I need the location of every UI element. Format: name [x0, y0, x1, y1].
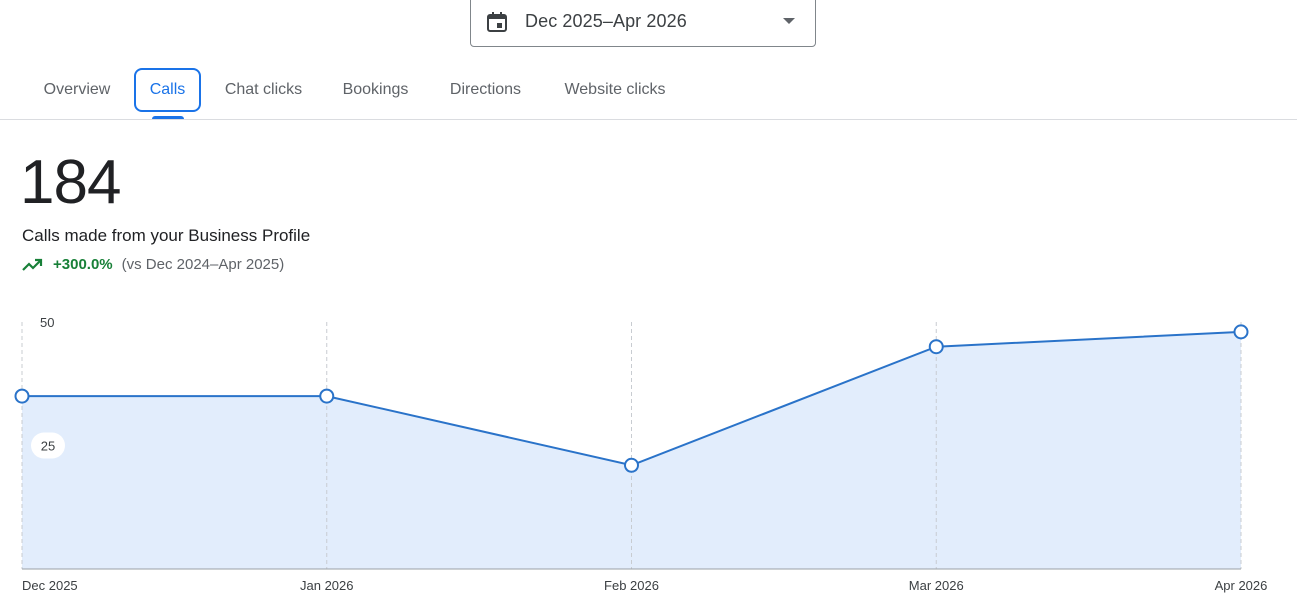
x-tick-label: Dec 2025: [22, 578, 78, 593]
trending-up-icon: [22, 257, 44, 273]
data-point: [928, 339, 944, 355]
tab-overview[interactable]: Overview: [36, 68, 118, 112]
calls-chart: 25 50 Dec 2025 Jan 2026 Feb 2026 Mar 2026 Apr …: [14, 315, 1268, 593]
calendar-icon: [485, 10, 509, 34]
x-tick-label: Mar 2026: [909, 578, 964, 593]
data-point: [14, 388, 30, 404]
date-range-selector[interactable]: Dec 2025–Apr 2026: [470, 0, 816, 47]
metric-tabs: Overview Calls Chat clicks Bookings Dire…: [0, 68, 1297, 120]
data-point: [624, 457, 639, 473]
tab-directions[interactable]: Directions: [443, 68, 528, 112]
comparison-period: (vs Dec 2024–Apr 2025): [121, 256, 285, 273]
metric-change-row: +300.0% (vs Dec 2024–Apr 2025): [22, 256, 284, 273]
change-percent: +300.0%: [53, 256, 113, 273]
y-tick-label: 50: [40, 315, 54, 330]
tab-calls[interactable]: Calls: [134, 68, 201, 112]
x-tick-label: Apr 2026: [1215, 578, 1268, 593]
date-range-label: Dec 2025–Apr 2026: [525, 11, 687, 31]
tab-website-clicks[interactable]: Website clicks: [557, 68, 673, 112]
performance-panel: Dec 2025–Apr 2026 Overview Calls Chat cl…: [0, 0, 1297, 604]
metric-description: Calls made from your Business Profile: [22, 226, 311, 245]
y-tick-label: 25: [41, 439, 55, 454]
x-tick-label: Feb 2026: [604, 578, 659, 593]
dropdown-arrow-icon[interactable]: [783, 18, 795, 24]
metric-total: 184: [20, 148, 121, 217]
data-point: [319, 388, 335, 404]
tab-chat-clicks[interactable]: Chat clicks: [218, 68, 309, 112]
tab-bookings[interactable]: Bookings: [337, 68, 414, 112]
x-tick-label: Jan 2026: [300, 578, 354, 593]
active-tab-indicator: [152, 116, 184, 119]
data-point: [1233, 324, 1249, 340]
